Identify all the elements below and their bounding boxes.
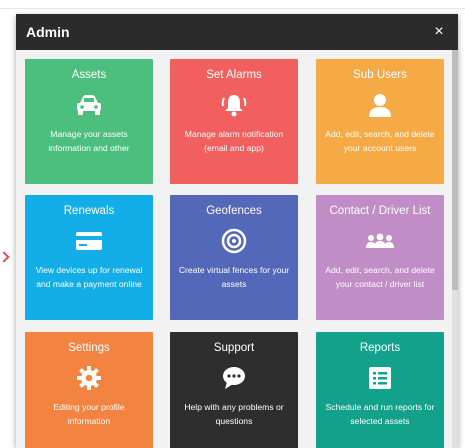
tile-title: Reports [359,342,401,354]
tile-description: Create virtual fences for your assets [178,265,290,289]
tile-description: Editing your profile information [53,402,125,426]
dialog-titlebar: Admin × [16,14,458,50]
tile-description: Manage alarm notification (email and app… [184,129,284,153]
car-icon [74,91,104,119]
tile-title: Geofences [206,205,262,217]
tile-description: Schedule and run reports for selected as… [325,402,435,426]
tile-title: Renewals [63,205,115,217]
tile-title: Settings [68,342,110,354]
backdrop-divider [0,8,465,9]
tile-renewals[interactable]: Renewals View devices up for renewal and… [25,195,153,320]
tile-description: View devices up for renewal and make a p… [35,265,143,289]
tile-support[interactable]: Support Help with any problems or questi… [170,332,298,448]
tile-set-alarms[interactable]: Set Alarms Manage alarm notification (em… [170,59,298,184]
tile-sub-users[interactable]: Sub Users Add, edit, search, and delete … [316,59,444,184]
scrollbar-thumb[interactable] [452,50,458,290]
tile-title: Contact / Driver List [329,205,431,217]
tile-title: Assets [71,69,107,81]
tile-description: Help with any problems or questions [184,402,284,426]
dialog-title: Admin [26,24,70,40]
people-group-icon [365,227,395,255]
tile-assets[interactable]: Assets Manage your assets information an… [25,59,153,184]
close-icon[interactable]: × [430,23,448,41]
tile-description: Add, edit, search, and delete your conta… [325,265,435,289]
geofence-target-icon [219,227,249,255]
alarm-bell-icon [219,91,249,119]
tile-description: Manage your assets information and other [48,129,130,153]
gear-icon [74,364,104,392]
tile-title: Support [213,342,255,354]
tile-reports[interactable]: Reports Schedule and run reports for sel… [316,332,444,448]
chat-bubble-icon [219,364,249,392]
admin-dialog: Admin × Assets Manage your assets inform… [16,14,458,448]
report-list-icon [365,364,395,392]
dialog-scrollbar[interactable] [452,50,458,448]
tile-contact-driver-list[interactable]: Contact / Driver List Add, edit, search,… [316,195,444,320]
credit-card-icon [74,227,104,255]
tile-geofences[interactable]: Geofences Create virtual fences for your… [170,195,298,320]
tile-title: Set Alarms [206,69,262,81]
tile-settings[interactable]: Settings Editing your profile informatio… [25,332,153,448]
user-icon [365,91,395,119]
tile-title: Sub Users [353,69,407,81]
tile-description: Add, edit, search, and delete your accou… [325,129,435,153]
